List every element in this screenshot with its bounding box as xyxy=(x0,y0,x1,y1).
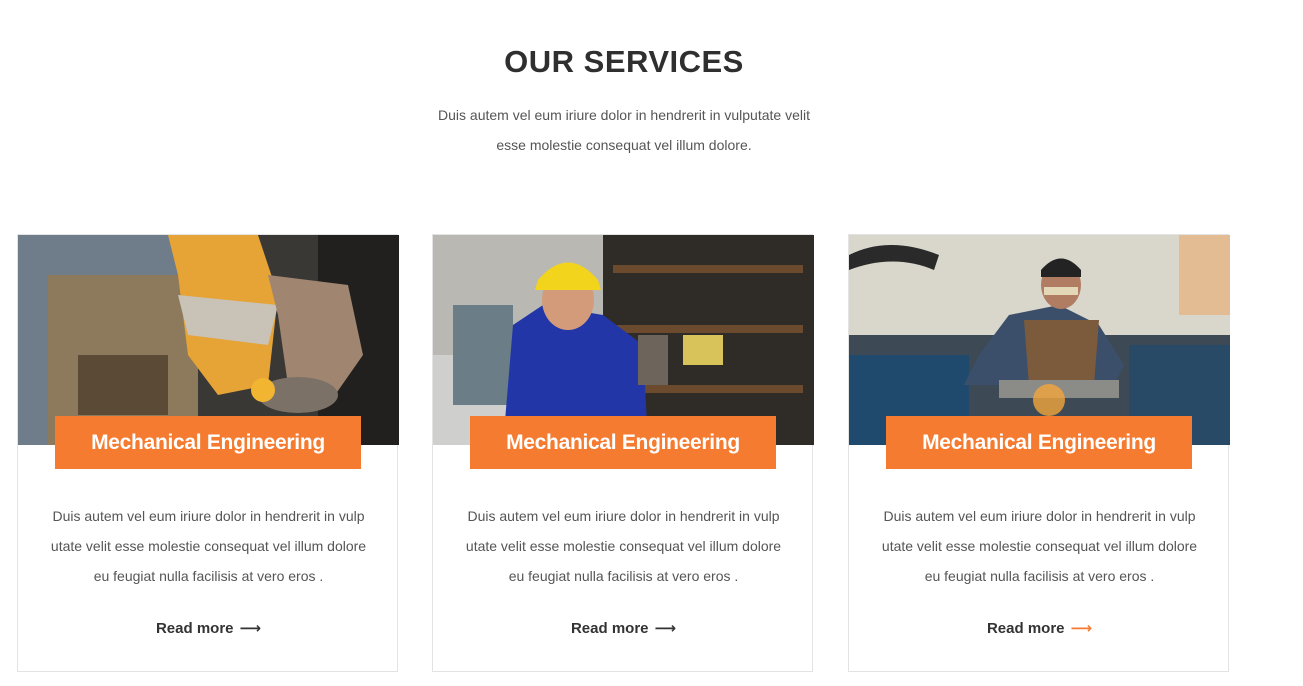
read-more-link[interactable]: Read more ⟶ xyxy=(849,619,1230,637)
card-text-line: Duis autem vel eum iriure dolor in hendr… xyxy=(883,508,1196,524)
read-more-label: Read more xyxy=(155,620,234,637)
card-text-line: utate velit esse molestie consequat vel … xyxy=(50,538,367,554)
service-card-title: Mechanical Engineering xyxy=(470,416,776,469)
card-text-line: eu feugiat nulla facilisis at vero eros … xyxy=(508,568,739,584)
service-card-title: Mechanical Engineering xyxy=(886,416,1192,469)
service-card-text: Duis autem vel eum iriure dolor in hendr… xyxy=(449,501,798,591)
arrow-right-icon: ⟶ xyxy=(239,620,262,637)
service-image-worker-helmet xyxy=(433,235,814,445)
card-text-line: utate velit esse molestie consequat vel … xyxy=(465,538,782,554)
card-text-line: Duis autem vel eum iriure dolor in hendr… xyxy=(52,508,365,524)
section-subtitle: Duis autem vel eum iriure dolor in hendr… xyxy=(420,100,828,160)
service-card-text: Duis autem vel eum iriure dolor in hendr… xyxy=(865,501,1214,591)
services-section: OUR SERVICES Duis autem vel eum iriure d… xyxy=(0,0,1303,686)
read-more-label: Read more xyxy=(570,620,649,637)
card-text-line: utate velit esse molestie consequat vel … xyxy=(881,538,1198,554)
read-more-link[interactable]: Read more ⟶ xyxy=(433,619,814,637)
arrow-right-icon: ⟶ xyxy=(654,620,677,637)
card-text-line: Duis autem vel eum iriure dolor in hendr… xyxy=(467,508,780,524)
card-text-line: eu feugiat nulla facilisis at vero eros … xyxy=(924,568,1155,584)
section-title: OUR SERVICES xyxy=(504,44,744,79)
read-more-link[interactable]: Read more ⟶ xyxy=(18,619,399,637)
service-card: Mechanical Engineering Duis autem vel eu… xyxy=(432,234,814,672)
service-card-title: Mechanical Engineering xyxy=(55,416,361,469)
service-card: Mechanical Engineering Duis autem vel eu… xyxy=(17,234,399,672)
card-text-line: eu feugiat nulla facilisis at vero eros … xyxy=(93,568,324,584)
section-subtitle-line: esse molestie consequat vel illum dolore… xyxy=(496,137,752,153)
service-image-gloves xyxy=(18,235,399,445)
arrow-right-icon: ⟶ xyxy=(1070,620,1093,637)
service-card-text: Duis autem vel eum iriure dolor in hendr… xyxy=(34,501,383,591)
read-more-label: Read more xyxy=(986,620,1065,637)
service-image-welder xyxy=(849,235,1230,445)
service-card: Mechanical Engineering Duis autem vel eu… xyxy=(848,234,1230,672)
section-subtitle-line: Duis autem vel eum iriure dolor in hendr… xyxy=(438,107,810,123)
